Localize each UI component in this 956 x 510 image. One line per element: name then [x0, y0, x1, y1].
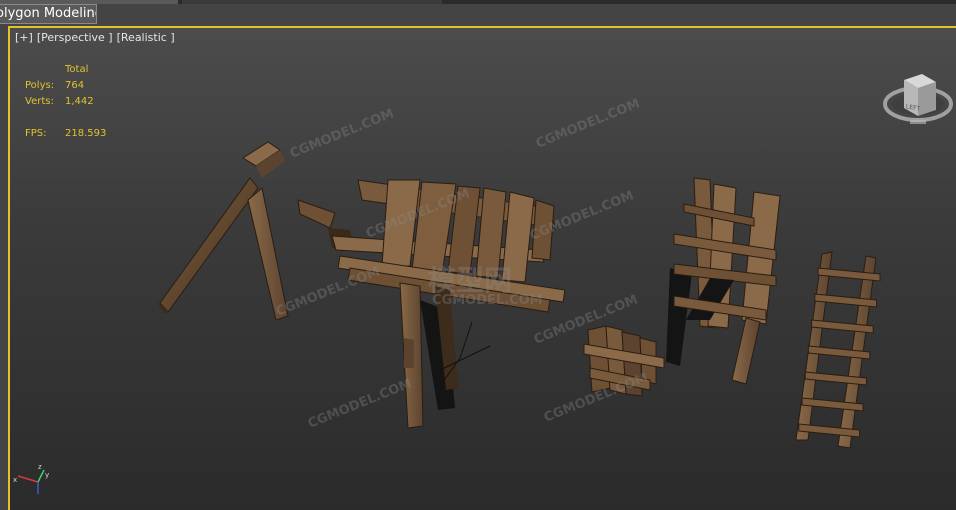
axis-label-x: x	[13, 476, 17, 484]
wood-post-angled[interactable]	[156, 141, 289, 321]
ribbon-bar: olygon Modeling	[0, 0, 956, 27]
viewport-scene: CGMODEL.COM CGMODEL.COM CGMODEL.COM CGMO…	[156, 96, 881, 449]
stats-polys-value: 764	[65, 80, 85, 91]
perspective-viewport[interactable]: CGMODEL.COM CGMODEL.COM CGMODEL.COM CGMO…	[8, 26, 956, 510]
ribbon-tab-label: olygon Modeling	[0, 6, 97, 21]
stats-verts-label: Verts:	[25, 96, 54, 107]
watermark-text: CGMODEL.COM	[534, 96, 642, 151]
wood-fence-frame[interactable]	[666, 177, 781, 385]
stats-fps-value: 218.593	[65, 128, 107, 139]
stats-polys-label: Polys:	[25, 80, 55, 91]
watermark-text: CGMODEL.COM	[288, 106, 396, 161]
stats-verts-value: 1,442	[65, 96, 94, 107]
watermark-text: CGMODEL.COM	[432, 293, 543, 308]
ribbon-tab-polygon-modeling[interactable]: olygon Modeling	[0, 4, 97, 24]
viewcube-icon[interactable]: LEFT	[882, 58, 954, 128]
viewport-menu-view[interactable]: [Perspective ]	[37, 31, 113, 44]
stats-fps-label: FPS:	[25, 128, 47, 139]
viewport-label: [+] [Perspective ] [Realistic ]	[15, 31, 179, 44]
wood-ladder[interactable]	[795, 251, 881, 449]
tab-strip-inactive[interactable]	[182, 0, 442, 4]
viewport-menu-shading[interactable]: [Realistic ]	[117, 31, 175, 44]
axis-label-y: y	[45, 471, 49, 479]
watermark-text: CGMODEL.COM	[306, 376, 414, 431]
stats-header: Total	[65, 64, 89, 75]
viewport-menu-plus[interactable]: [+]	[15, 31, 33, 44]
axis-label-z: z	[38, 463, 42, 471]
axis-tripod-icon: z y x	[13, 463, 49, 494]
watermark-text: CGMODEL.COM	[274, 264, 382, 319]
tab-strip	[0, 0, 956, 4]
